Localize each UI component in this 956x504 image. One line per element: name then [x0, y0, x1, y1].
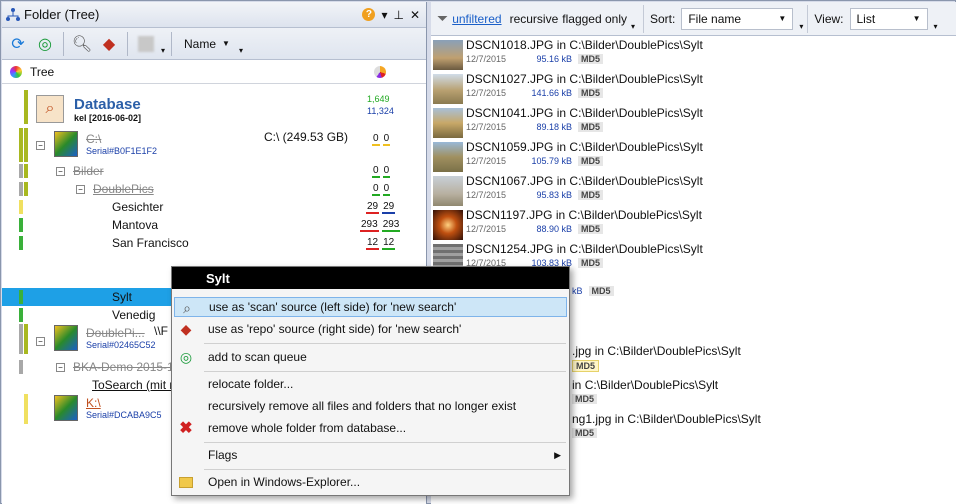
drive-serial-2: Serial#02465C52	[86, 340, 156, 350]
sort-by-name-label: Name	[184, 36, 217, 51]
list-item-partial[interactable]: in C:\Bilder\DoublePics\Sylt MD5	[569, 378, 718, 412]
database-title: Database	[74, 95, 141, 113]
list-item[interactable]: DSCN1197.JPG in C:\Bilder\DoublePics\Syl…	[433, 208, 702, 242]
thumbnail-image	[433, 142, 463, 172]
list-item-partial[interactable]: ng1.jpg in C:\Bilder\DoublePics\Sylt MD5	[569, 412, 761, 446]
menu-item-repo-source[interactable]: ◆ use as 'repo' source (right side) for …	[174, 319, 567, 339]
drive-serial: Serial#B0F1E1F2	[86, 146, 158, 156]
list-item[interactable]: DSCN1067.JPG in C:\Bilder\DoublePics\Syl…	[433, 174, 703, 208]
list-item[interactable]: DSCN1018.JPG in C:\Bilder\DoublePics\Syl…	[433, 38, 703, 72]
tree-header-label: Tree	[30, 64, 55, 79]
list-item-partial[interactable]: .jpg in C:\Bilder\DoublePics\Sylt MD5	[569, 344, 741, 378]
tree-node-doublepics[interactable]: − DoublePics	[76, 180, 154, 198]
blurred-icon[interactable]	[134, 32, 158, 56]
search-icon: ⌕	[183, 299, 191, 316]
thumbnail-image	[433, 74, 463, 104]
sort-by-name-dropdown[interactable]: Name ▼	[178, 32, 236, 56]
menu-item-relocate[interactable]: relocate folder...	[174, 374, 567, 394]
chevron-down-icon: ▼	[222, 39, 230, 48]
tree-node-sylt[interactable]: Sylt	[112, 288, 132, 306]
drive-icon-2	[54, 325, 78, 351]
toolbar-chevron-icon-4[interactable]: ▾	[799, 22, 803, 31]
tree-header: Tree	[2, 60, 426, 84]
tree-node-k-drive[interactable]: K:\ Serial#DCABA9C5	[54, 392, 162, 424]
tree-node-label: C:\	[86, 132, 102, 146]
menu-item-open-explorer[interactable]: Open in Windows-Explorer...	[174, 472, 567, 492]
context-menu-title: Sylt	[172, 267, 569, 289]
database-count-2: 11,324	[367, 106, 394, 116]
menu-item-scan-queue[interactable]: ◎ add to scan queue	[174, 347, 567, 367]
expand-toggle-c[interactable]: −	[36, 136, 45, 154]
menu-item-flags[interactable]: Flags ▶	[174, 445, 567, 465]
drive-capacity: C:\ (249.53 GB)	[264, 130, 349, 144]
tree-node-bka-demo[interactable]: − BKA-Demo 2015-1	[56, 358, 174, 376]
pane-title-bar: Folder (Tree) ? ▾ ⊥ ✕	[2, 2, 426, 28]
chevron-down-icon: ▼	[912, 14, 921, 23]
refresh-icon[interactable]: ⟳	[6, 32, 30, 56]
tree-node-bilder[interactable]: − Bilder	[56, 162, 104, 180]
filter-icon[interactable]: ⏷	[437, 10, 448, 27]
sort-combo[interactable]: File name ▼	[681, 7, 794, 30]
app-window: Folder (Tree) ? ▾ ⊥ ✕ ⟳ ◎ 🔍︎ ◆ ▾ Name ▼ ▾…	[0, 0, 956, 504]
pie-chart-icon[interactable]	[374, 65, 386, 78]
thumbnail-image	[433, 40, 463, 70]
repository-icon: ◆	[180, 320, 192, 337]
view-combo[interactable]: List ▼	[849, 7, 928, 30]
color-wheel-icon	[10, 65, 22, 78]
drive-serial-3: Serial#DCABA9C5	[86, 410, 162, 420]
filter-unfiltered-link[interactable]: unfiltered	[452, 12, 501, 26]
folder-tree-icon	[6, 7, 20, 21]
context-menu: Sylt ⌕ use as 'scan' source (left side) …	[171, 266, 570, 496]
view-label: View:	[814, 11, 844, 26]
drive-icon-3	[54, 395, 78, 421]
tree-node-c-drive[interactable]: C:\ Serial#B0F1E1F2	[54, 128, 157, 160]
filter-flagged-only[interactable]: flagged only	[562, 12, 627, 26]
toolbar-chevron-icon-2[interactable]: ▾	[239, 46, 243, 55]
menu-item-remove-missing[interactable]: recursively remove all files and folders…	[174, 396, 567, 416]
folder-icon	[178, 474, 194, 490]
list-item[interactable]: DSCN1027.JPG in C:\Bilder\DoublePics\Syl…	[433, 72, 703, 106]
help-icon[interactable]: ?	[362, 8, 376, 21]
list-item[interactable]: DSCN1059.JPG in C:\Bilder\DoublePics\Syl…	[433, 140, 703, 174]
database-subtitle: kel [2016-06-02]	[74, 112, 142, 123]
toolbar-chevron-icon[interactable]: ▾	[161, 46, 165, 55]
filter-recursive[interactable]: recursive	[510, 12, 559, 26]
menu-item-scan-source[interactable]: ⌕ use as 'scan' source (left side) for '…	[174, 297, 567, 317]
list-item-partial[interactable]: kB MD5	[569, 284, 614, 318]
file-list-toolbar: ⏷ unfiltered recursive flagged only ▾ So…	[431, 2, 956, 36]
sort-label: Sort:	[650, 11, 676, 26]
toolbar-chevron-icon-3[interactable]: ▾	[631, 22, 635, 31]
tree-node-mantova[interactable]: Mantova	[112, 216, 158, 234]
tree-node-doublepi-drive[interactable]: DoublePi... Serial#02465C52	[54, 322, 156, 354]
tree-node-san-francisco[interactable]: San Francisco	[112, 234, 189, 252]
menu-item-remove-folder[interactable]: ✖ remove whole folder from database...	[174, 418, 567, 438]
thumbnail-image	[433, 210, 463, 240]
pane-title: Folder (Tree)	[24, 7, 100, 22]
database-count-1: 1,649	[367, 94, 390, 104]
tree-node-gesichter[interactable]: Gesichter	[112, 198, 163, 216]
dropdown-chevron-icon[interactable]: ▾	[381, 8, 387, 22]
thumbnail-image	[433, 176, 463, 206]
toolbar-chevron-icon-5[interactable]: ▾	[934, 22, 938, 31]
chevron-down-icon: ▼	[778, 14, 787, 23]
repository-icon[interactable]: ◆	[97, 32, 121, 56]
thumbnail-image	[433, 108, 463, 138]
expand-toggle-doublepi[interactable]: −	[36, 332, 45, 350]
tree-toolbar: ⟳ ◎ 🔍︎ ◆ ▾ Name ▼ ▾	[2, 28, 426, 60]
scan-spiral-icon[interactable]: ◎	[33, 32, 57, 56]
list-item[interactable]: DSCN1041.JPG in C:\Bilder\DoublePics\Syl…	[433, 106, 703, 140]
close-icon[interactable]: ✕	[410, 8, 420, 22]
submenu-arrow-icon: ▶	[554, 449, 561, 460]
database-node[interactable]: ⌕ Database kel [2016-06-02]	[36, 92, 141, 126]
database-icon: ⌕	[36, 95, 64, 123]
red-x-icon: ✖	[179, 420, 193, 437]
search-icon[interactable]: 🔍︎	[70, 32, 94, 56]
network-path: \\F	[154, 324, 168, 338]
scan-spiral-icon: ◎	[179, 348, 193, 365]
drive-icon	[54, 131, 78, 157]
pin-icon[interactable]: ⊥	[393, 8, 403, 22]
